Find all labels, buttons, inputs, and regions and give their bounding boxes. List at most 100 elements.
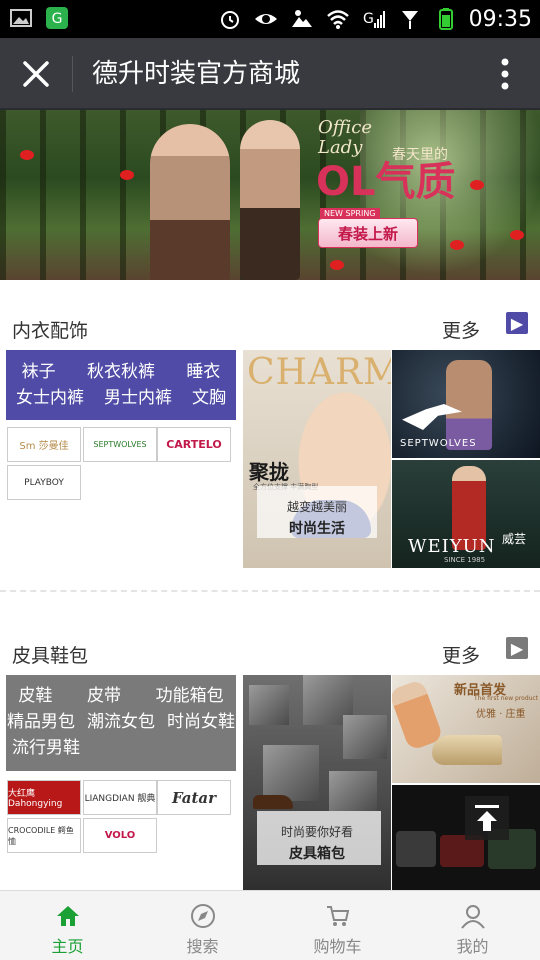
banner-headline: OL气质 — [316, 159, 456, 205]
tab-home[interactable]: 主页 — [0, 891, 135, 960]
caption-line1: 越变越美丽 — [286, 500, 347, 514]
banner-script-line1: Office — [318, 117, 372, 138]
cart-icon — [326, 906, 349, 926]
tab-label: 主页 — [51, 937, 84, 956]
product-tile-septwolves[interactable]: SEPTWOLVES — [392, 350, 540, 458]
chevron-right-icon[interactable]: ▶ — [506, 312, 528, 334]
product-tile-leather[interactable]: 时尚要你好看 皮具箱包 — [243, 675, 391, 890]
title-bar: 德升时装官方商城 — [0, 38, 540, 110]
category-row: 精品男包 潮流女包 时尚女鞋 — [6, 709, 236, 735]
category-row: 皮鞋 皮带 功能箱包 — [6, 683, 236, 709]
cube-decoration — [263, 745, 319, 801]
more-link[interactable]: 更多 — [442, 641, 480, 668]
bottom-tab-bar: 主页 搜索 购物车 我的 — [0, 890, 540, 960]
banner-cta-button[interactable]: 春装上新 — [318, 218, 418, 248]
brand-logo-playboy[interactable]: PLAYBOY — [7, 465, 81, 500]
category-link[interactable]: 时尚女鞋 — [167, 709, 235, 735]
tab-cart[interactable]: 购物车 — [270, 891, 405, 960]
category-link[interactable]: 袜子 — [22, 359, 56, 385]
cube-decoration — [249, 685, 289, 725]
brand-logo-fatar[interactable]: Fatar — [157, 780, 231, 815]
tab-label: 我的 — [456, 937, 489, 956]
category-link[interactable]: 皮带 — [87, 683, 121, 709]
category-row: 女士内裤 男士内裤 文胸 — [6, 385, 236, 411]
model-figure-2 — [240, 120, 300, 280]
category-link[interactable]: 流行男鞋 — [12, 735, 80, 761]
model-figure — [273, 390, 391, 568]
tile-subtitle: 优雅 · 庄重 — [476, 709, 526, 720]
category-link[interactable]: 功能箱包 — [156, 683, 224, 709]
section-divider — [0, 590, 540, 592]
brand-logo-crocodile[interactable]: CROCODILE 鳄鱼恤 — [7, 818, 81, 853]
more-link[interactable]: 更多 — [442, 316, 480, 343]
caption-line2: 皮具箱包 — [289, 846, 345, 862]
section-title: 内衣配饰 — [12, 320, 89, 342]
category-link[interactable]: 睡衣 — [186, 359, 220, 385]
product-tile-heels[interactable]: 新品首发 The first new product 优雅 · 庄重 — [392, 675, 540, 783]
category-row: 袜子 秋衣秋裤 睡衣 — [6, 359, 236, 385]
cube-decoration — [329, 771, 377, 811]
petal-decoration — [330, 260, 344, 270]
title-divider — [72, 56, 73, 92]
brand-logo-septwolves[interactable]: SEPTWOLVES — [83, 427, 157, 462]
alarm-icon — [220, 11, 239, 29]
category-link[interactable]: 男士内裤 — [104, 385, 172, 411]
promo-banner[interactable]: Office Lady 春天里的 OL气质 NEW SPRING 春装上新 — [0, 110, 540, 280]
tile-brand-name: WEIYUN — [408, 536, 496, 557]
close-icon[interactable] — [16, 54, 56, 94]
tab-label: 购物车 — [313, 937, 362, 956]
charm-headline: 聚拢 — [249, 460, 289, 484]
product-tile-charm[interactable]: CHARM 聚拢 全方位支撑 丰满胸型 越变越美丽 时尚生活 — [243, 350, 391, 568]
back-to-top-button[interactable] — [465, 796, 509, 840]
clock-time: 09:35 — [468, 6, 532, 32]
bag-figure — [396, 831, 436, 867]
petal-decoration — [120, 170, 134, 180]
category-link[interactable]: 精品男包 — [7, 709, 75, 735]
section-header-leather: 皮具鞋包 更多 ▶ — [0, 635, 540, 675]
section-header-underwear: 内衣配饰 更多 ▶ — [0, 310, 540, 350]
chevron-right-icon[interactable]: ▶ — [506, 637, 528, 659]
weather-icon — [291, 10, 312, 27]
shoe-figure — [253, 795, 293, 809]
tab-search[interactable]: 搜索 — [135, 891, 270, 960]
model-figure — [446, 360, 492, 450]
wifi-icon — [326, 10, 349, 29]
category-link[interactable]: 文胸 — [192, 385, 226, 411]
caption-line1: 时尚要你好看 — [280, 825, 353, 839]
arrow-up-icon — [475, 805, 499, 831]
tile-brand-name: SEPTWOLVES — [400, 438, 477, 449]
svg-text:G: G — [52, 11, 63, 27]
tab-profile[interactable]: 我的 — [405, 891, 540, 960]
brand-logo-volo[interactable]: VOLO — [83, 818, 157, 853]
tile-since-text: SINCE 1985 — [444, 556, 486, 564]
tile-subtitle-en: The first new product — [474, 695, 539, 702]
caption-line2: 时尚生活 — [289, 521, 345, 537]
image-icon — [10, 9, 32, 27]
category-link[interactable]: 秋衣秋裤 — [87, 359, 155, 385]
brand-logo-liangdian[interactable]: LIANGDIAN 靓典 — [83, 780, 157, 815]
tab-label: 搜索 — [186, 937, 219, 956]
category-link[interactable]: 潮流女包 — [87, 709, 155, 735]
banner-script-line2: Lady — [318, 137, 363, 158]
tile-brand-cn: 威芸 — [502, 532, 527, 546]
brand-logo-cartelo[interactable]: CARTELO — [157, 427, 231, 462]
brand-logo-shamanjia[interactable]: Sm 莎曼佳 — [7, 427, 81, 462]
signal-icon: G — [363, 11, 385, 28]
status-bar: G G 09:35 — [0, 0, 540, 38]
signal-2-icon — [401, 11, 418, 29]
category-link[interactable]: 皮鞋 — [18, 683, 52, 709]
more-menu-icon[interactable] — [500, 54, 510, 94]
cube-decoration — [343, 715, 387, 759]
model-figure-1 — [150, 124, 230, 280]
eye-icon — [254, 14, 277, 24]
petal-decoration — [470, 180, 484, 190]
category-row: 流行男鞋 — [6, 735, 236, 761]
user-icon — [460, 905, 485, 929]
petal-decoration — [20, 150, 34, 160]
brand-logo-dahongying[interactable]: 大红鹰 Dahongying — [7, 780, 81, 815]
product-tile-weiyun[interactable]: WEIYUN 威芸 SINCE 1985 — [392, 460, 540, 568]
high-heel-figure — [432, 735, 502, 765]
category-link[interactable]: 女士内裤 — [16, 385, 84, 411]
category-box-leather: 皮鞋 皮带 功能箱包 精品男包 潮流女包 时尚女鞋 流行男鞋 — [6, 675, 236, 771]
wechat-app-icon: G — [46, 7, 68, 29]
